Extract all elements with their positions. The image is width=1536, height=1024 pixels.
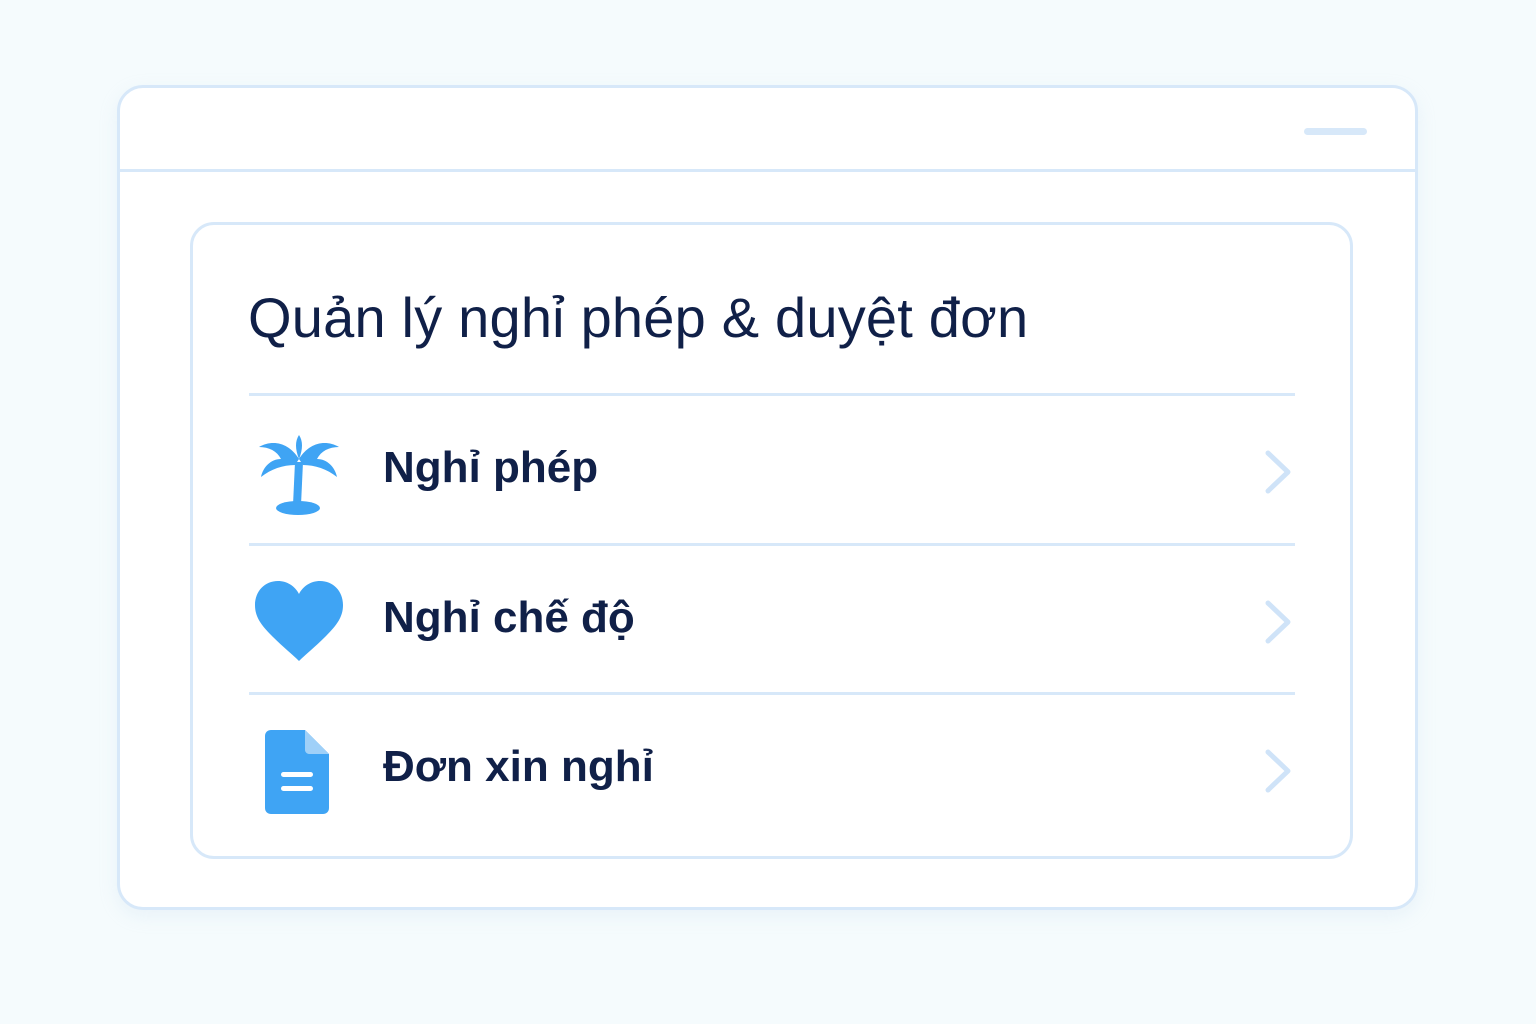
- list-item-label: Nghỉ phép: [383, 443, 599, 492]
- chevron-right-icon: [1261, 448, 1295, 496]
- heart-icon: [253, 579, 345, 667]
- list-item-label: Nghỉ chế độ: [383, 593, 635, 642]
- palm-tree-icon: [253, 429, 345, 517]
- list-item-policy-leave[interactable]: Nghỉ chế độ: [249, 546, 1295, 693]
- document-icon: [253, 728, 345, 816]
- leave-management-card: Quản lý nghỉ phép & duyệt đơn Nghỉ phép …: [190, 222, 1353, 859]
- list-item-annual-leave[interactable]: Nghỉ phép: [249, 396, 1295, 543]
- list-item-leave-request[interactable]: Đơn xin nghỉ: [249, 695, 1295, 842]
- chevron-right-icon: [1261, 598, 1295, 646]
- minimize-button[interactable]: [1304, 128, 1367, 135]
- app-window: Quản lý nghỉ phép & duyệt đơn Nghỉ phép …: [117, 85, 1418, 910]
- list-item-label: Đơn xin nghỉ: [383, 742, 654, 791]
- window-titlebar: [120, 88, 1415, 172]
- card-title: Quản lý nghỉ phép & duyệt đơn: [248, 286, 1029, 349]
- chevron-right-icon: [1261, 747, 1295, 795]
